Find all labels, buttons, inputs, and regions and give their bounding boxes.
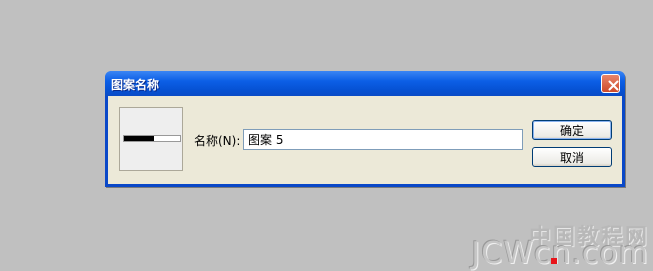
pattern-name-dialog: 图案名称 名称(N): 确定 取消 bbox=[105, 71, 625, 187]
pattern-fill bbox=[124, 136, 154, 141]
pattern-preview bbox=[119, 107, 183, 171]
close-button[interactable] bbox=[601, 74, 620, 93]
dialog-titlebar[interactable]: 图案名称 bbox=[105, 71, 625, 96]
watermark-red-dot bbox=[551, 258, 557, 264]
watermark-latin-text: JCWcn.com bbox=[471, 236, 649, 271]
pattern-thumbnail bbox=[123, 135, 181, 142]
ok-button[interactable]: 确定 bbox=[532, 120, 612, 140]
dialog-body: 名称(N): 确定 取消 bbox=[108, 96, 622, 184]
dialog-title: 图案名称 bbox=[111, 78, 160, 92]
name-label: 名称(N): bbox=[194, 134, 241, 148]
cancel-button[interactable]: 取消 bbox=[532, 147, 612, 167]
close-icon bbox=[608, 80, 619, 90]
site-watermark: 中国教程网 JCWcn.com bbox=[454, 219, 649, 271]
name-input[interactable] bbox=[243, 129, 523, 150]
